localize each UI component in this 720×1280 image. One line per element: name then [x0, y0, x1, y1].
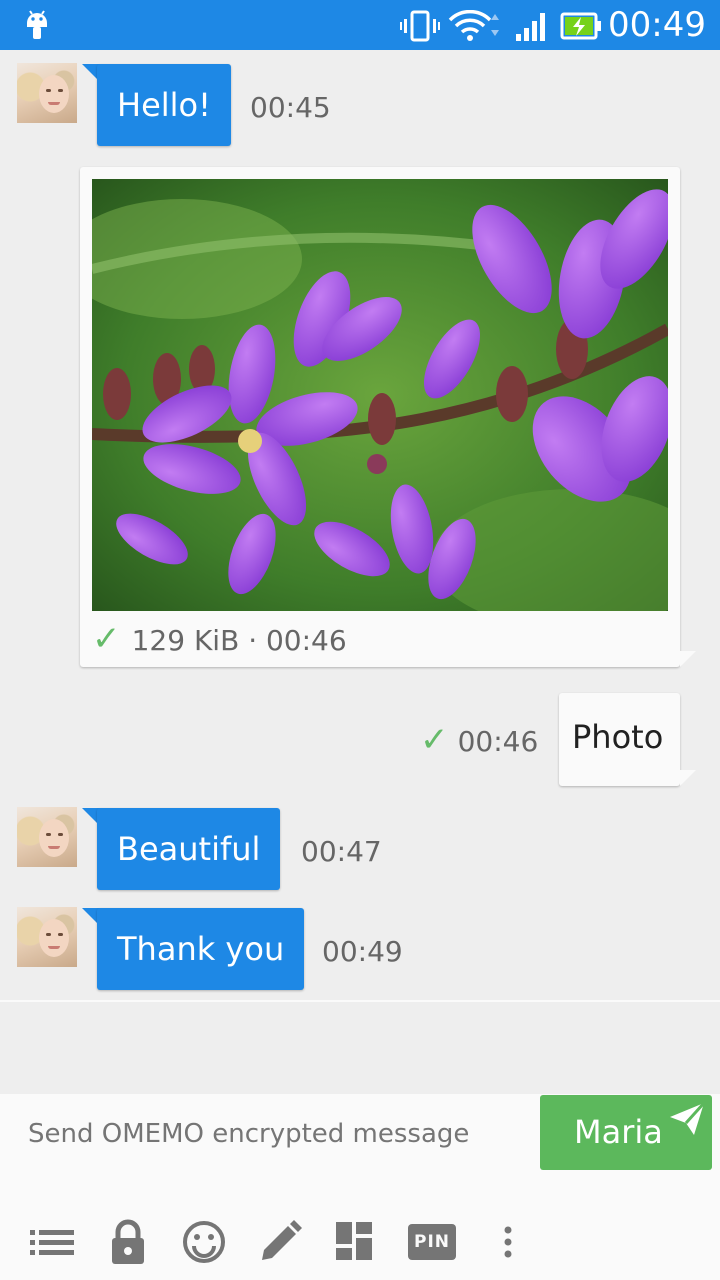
message-bubble-incoming[interactable]: Thank you [97, 908, 305, 990]
message-text: Thank you [117, 930, 285, 968]
lock-icon[interactable] [104, 1218, 152, 1266]
send-icon [670, 1101, 706, 1135]
dashboard-icon[interactable] [332, 1218, 380, 1266]
message-text: Photo [572, 718, 664, 756]
message-bubble-incoming[interactable]: Beautiful [97, 808, 281, 890]
message-time: 00:45 [250, 91, 331, 124]
message-time: 00:46 [457, 725, 539, 758]
divider [0, 1000, 720, 1002]
file-size-time: 129 KiB · 00:46 [131, 624, 347, 657]
delivered-check-icon: ✓ [420, 720, 449, 760]
emoji-icon[interactable] [180, 1218, 228, 1266]
delivered-check-icon: ✓ [92, 619, 121, 659]
status-bar: 00:49 [0, 0, 720, 50]
message-bubble-incoming[interactable]: Hello! [97, 64, 231, 146]
pencil-icon[interactable] [256, 1218, 304, 1266]
signal-icon [516, 13, 545, 41]
message-bubble-outgoing[interactable]: Photo [559, 693, 680, 786]
flower-photo[interactable] [92, 179, 668, 611]
wifi-icon [448, 10, 499, 41]
message-text: Beautiful [117, 830, 261, 868]
vibrate-icon [400, 10, 440, 42]
message-input[interactable] [28, 1114, 518, 1154]
message-text: Hello! [117, 86, 211, 124]
send-button-label: Maria [574, 1113, 663, 1151]
status-time: 00:49 [608, 5, 706, 45]
more-vert-icon[interactable] [484, 1218, 532, 1266]
pin-label: PIN [413, 1232, 450, 1252]
pin-icon[interactable]: PIN [408, 1224, 456, 1260]
message-time: 00:47 [301, 835, 382, 868]
avatar[interactable] [17, 907, 77, 967]
send-button[interactable]: Maria [540, 1095, 712, 1170]
avatar[interactable] [17, 807, 77, 867]
list-icon[interactable] [28, 1218, 76, 1266]
battery-charging-icon [560, 12, 601, 40]
image-message-bubble[interactable]: ✓ 129 KiB · 00:46 [80, 167, 680, 667]
message-time: 00:49 [322, 935, 403, 968]
android-icon [27, 10, 47, 39]
avatar[interactable] [17, 63, 77, 123]
compose-toolbar: PIN [0, 1218, 720, 1268]
